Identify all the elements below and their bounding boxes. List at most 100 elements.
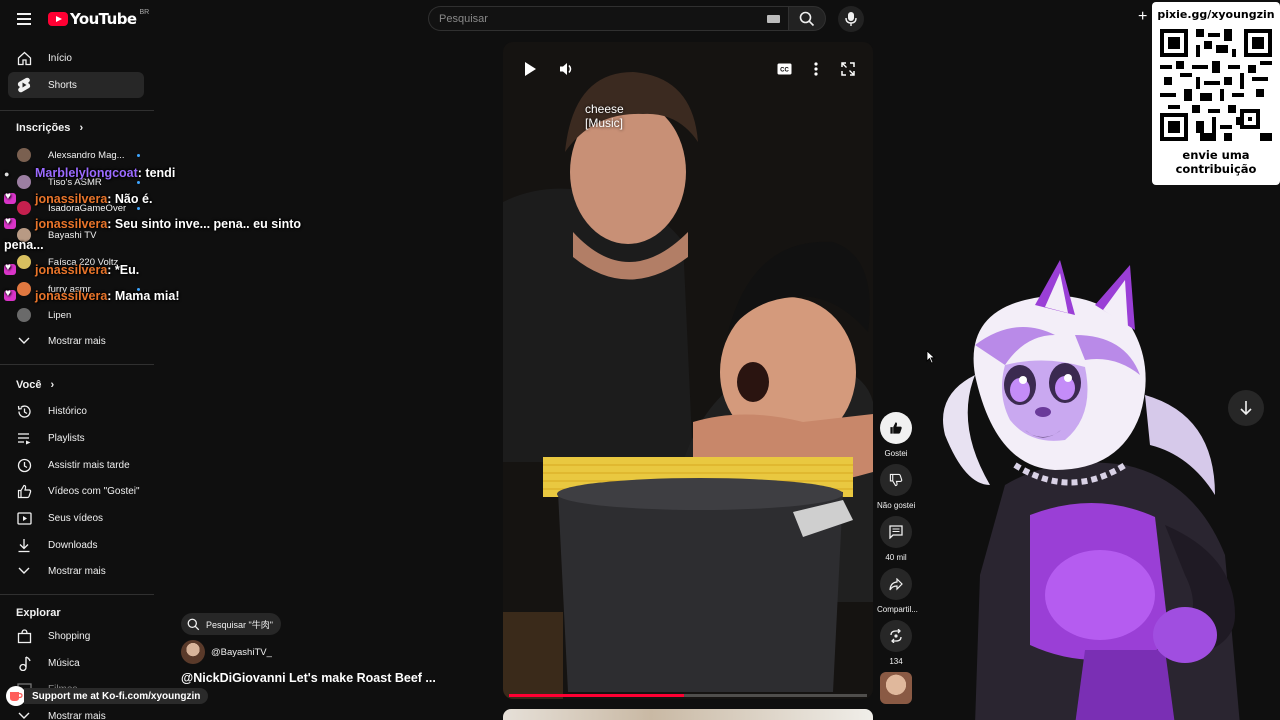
share-icon [880,568,912,600]
captions-button[interactable]: CC [776,62,792,76]
heart-badge-icon [4,216,16,229]
chat-message: jonassilvera: Mama mia! [4,288,180,303]
chat-text: : Mama mia! [107,289,180,303]
vtuber-mascot [943,260,1240,720]
chat-text: : *Eu. [107,263,140,277]
fullscreen-icon [841,62,855,76]
chevron-down-icon [16,563,32,579]
sidebar-item-subscription[interactable]: Alexsandro Mag... [8,142,144,168]
sidebar-item-label: Vídeos com "Gostei" [48,485,140,497]
live-dot [137,181,140,184]
chat-message: jonassilvera: Seu sinto inve... pena.. e… [4,216,302,231]
chat-username: Marblelylongcoat [35,166,138,180]
show-more-you[interactable]: Mostrar mais [8,558,144,584]
live-dot [137,207,140,210]
keyboard-icon[interactable] [767,15,780,23]
show-more-subscriptions[interactable]: Mostrar mais [8,328,144,354]
caption-line: [Music] [585,116,624,130]
next-short-thumbnail[interactable] [503,709,873,720]
share-button[interactable]: Compartil... [877,568,918,614]
chat-message: ● Marblelylongcoat: tendi [4,166,175,180]
subscription-label: Alexsandro Mag... [48,149,125,161]
explore-title: Explorar [16,607,61,619]
volume-icon [560,63,572,75]
search-icon [187,618,200,630]
chat-text: : Seu sinto inve... pena.. eu sinto [107,217,302,231]
live-dot [137,154,140,157]
show-more-label: Mostrar mais [48,335,106,347]
you-title: Você [16,379,42,391]
shorts-player[interactable]: CC cheese [Music] [503,42,873,699]
sidebar-item-home[interactable]: Início [8,45,144,71]
fullscreen-button[interactable] [840,61,856,77]
comment-icon [880,516,912,548]
chat-badge-icon: ● [4,169,10,179]
search-button[interactable] [788,6,826,31]
channel-name[interactable]: @BayashiTV_ [211,647,272,658]
top-bar: YouTube BR [0,0,1280,38]
chat-message: jonassilvera: *Eu. [4,262,140,277]
video-title[interactable]: @NickDiGiovanni Let's make Roast Beef ..… [181,671,436,685]
sidebar-item-music[interactable]: Música [8,650,144,676]
search-input[interactable] [429,7,749,30]
shopping-icon [16,628,32,644]
sidebar-item-liked-videos[interactable]: Vídeos com "Gostei" [8,478,144,504]
sidebar-item-subscription[interactable]: Lipen [8,302,144,328]
remix-button[interactable]: 134 [877,620,915,666]
dislike-icon [880,464,912,496]
play-button[interactable] [521,60,539,78]
show-more-label: Mostrar mais [48,710,106,720]
qr-url: pixie.gg/xyoungzin [1157,8,1275,21]
volume-button[interactable] [556,60,576,78]
kofi-cup-icon [6,686,26,706]
qr-cta-line: envie uma [1182,148,1250,162]
chat-username: jonassilvera [35,289,108,303]
comments-button[interactable]: 40 mil [877,516,915,562]
remix-count: 134 [889,657,903,666]
menu-icon[interactable] [12,8,36,30]
video-frame [503,42,873,699]
chevron-right-icon: › [79,122,84,134]
channel-avatar[interactable] [181,640,205,664]
watch-later-icon [16,457,32,473]
voice-search-button[interactable] [838,6,864,32]
chat-username: jonassilvera [35,192,108,206]
create-icon[interactable]: + [1138,8,1147,26]
arrow-down-icon [1240,401,1252,416]
qr-code [1160,29,1272,141]
progress-bar[interactable] [509,694,867,697]
chevron-down-icon [16,708,32,720]
audio-source-button[interactable] [877,672,915,704]
youtube-logo[interactable]: YouTube BR [48,9,149,29]
music-icon [16,655,32,671]
sidebar-item-shopping[interactable]: Shopping [8,623,144,649]
download-icon [16,537,32,553]
you-header[interactable]: Você › [16,379,54,391]
next-short-button[interactable] [1228,390,1264,426]
dislike-label: Não gostei [877,501,916,510]
chat-text: : tendi [137,166,176,180]
sidebar-item-shorts[interactable]: Shorts [8,72,144,98]
heart-badge-icon [4,288,16,301]
channel-info[interactable]: @BayashiTV_ [181,640,272,664]
sidebar-item-downloads[interactable]: Downloads [8,532,144,558]
more-vertical-icon [814,62,818,76]
chat-username: jonassilvera [35,263,108,277]
sidebar-item-history[interactable]: Histórico [8,398,144,424]
like-button[interactable]: Gostei [877,412,915,458]
like-label: Gostei [884,449,908,458]
sidebar-item-label: Seus vídeos [48,512,104,524]
kofi-text: Support me at Ko-fi.com/xyoungzin [24,688,209,704]
remix-icon [880,620,912,652]
related-search-chip[interactable]: Pesquisar "牛肉" [181,613,281,635]
more-options-button[interactable] [810,60,822,78]
sidebar-item-your-videos[interactable]: Seus vídeos [8,505,144,531]
subscriptions-header[interactable]: Inscrições › [16,122,83,134]
dislike-button[interactable]: Não gostei [877,464,915,510]
playlists-icon [16,430,32,446]
sidebar-item-label: Início [48,52,72,64]
your-videos-icon [16,510,32,526]
sidebar-item-playlists[interactable]: Playlists [8,425,144,451]
sidebar-item-watch-later[interactable]: Assistir mais tarde [8,452,144,478]
chevron-right-icon: › [50,379,55,391]
